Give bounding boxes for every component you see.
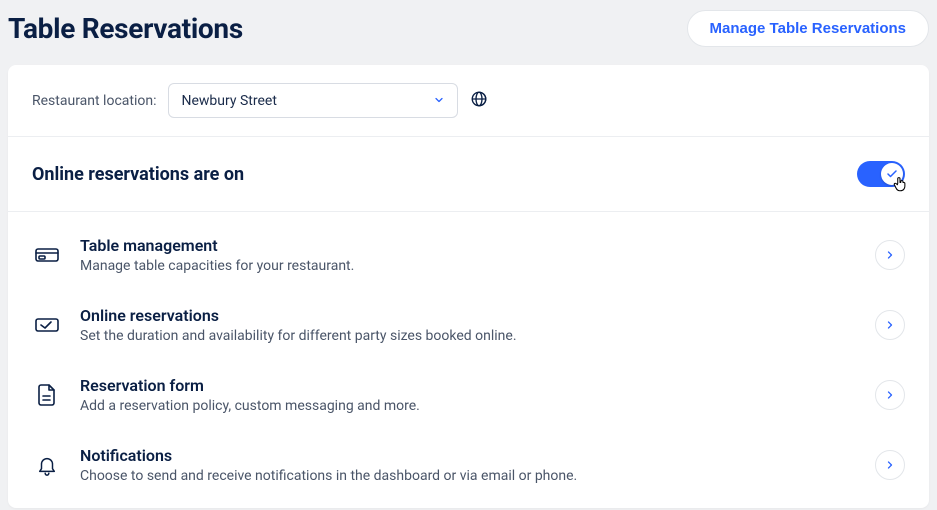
table-management-item[interactable]: Table management Manage table capacities…	[8, 220, 929, 290]
reservation-form-item[interactable]: Reservation form Add a reservation polic…	[8, 360, 929, 430]
online-reservations-toggle[interactable]	[857, 161, 905, 187]
online-reservations-item[interactable]: Online reservations Set the duration and…	[8, 290, 929, 360]
page-title: Table Reservations	[8, 12, 243, 45]
toggle-knob	[881, 163, 903, 185]
chevron-right-icon	[875, 380, 905, 410]
check-icon	[886, 168, 898, 180]
list-text: Online reservations Set the duration and…	[80, 306, 857, 344]
list-text: Table management Manage table capacities…	[80, 236, 857, 274]
list-desc: Set the duration and availability for di…	[80, 328, 857, 344]
list-desc: Add a reservation policy, custom messagi…	[80, 398, 857, 414]
list-text: Reservation form Add a reservation polic…	[80, 376, 857, 414]
list-desc: Manage table capacities for your restaur…	[80, 258, 857, 274]
chevron-down-icon	[433, 91, 445, 110]
form-icon	[32, 383, 62, 407]
list-title: Table management	[80, 236, 857, 255]
list-title: Reservation form	[80, 376, 857, 395]
list-title: Notifications	[80, 446, 857, 465]
manage-reservations-button[interactable]: Manage Table Reservations	[687, 10, 929, 47]
chevron-right-icon	[875, 450, 905, 480]
chevron-right-icon	[875, 240, 905, 270]
bell-icon	[32, 453, 62, 477]
list-desc: Choose to send and receive notifications…	[80, 468, 857, 484]
list-title: Online reservations	[80, 306, 857, 325]
location-selected-value: Newbury Street	[181, 93, 276, 109]
settings-list: Table management Manage table capacities…	[8, 212, 929, 508]
settings-card: Restaurant location: Newbury Street Onli…	[8, 65, 929, 508]
list-text: Notifications Choose to send and receive…	[80, 446, 857, 484]
toggle-label: Online reservations are on	[32, 164, 244, 185]
table-icon	[32, 245, 62, 265]
location-row: Restaurant location: Newbury Street	[8, 65, 929, 137]
location-label: Restaurant location:	[32, 93, 156, 109]
chevron-right-icon	[875, 310, 905, 340]
location-select[interactable]: Newbury Street	[168, 83, 458, 118]
calendar-check-icon	[32, 315, 62, 335]
idea-icon[interactable]	[470, 90, 488, 112]
online-reservations-toggle-row: Online reservations are on	[8, 137, 929, 212]
notifications-item[interactable]: Notifications Choose to send and receive…	[8, 430, 929, 500]
